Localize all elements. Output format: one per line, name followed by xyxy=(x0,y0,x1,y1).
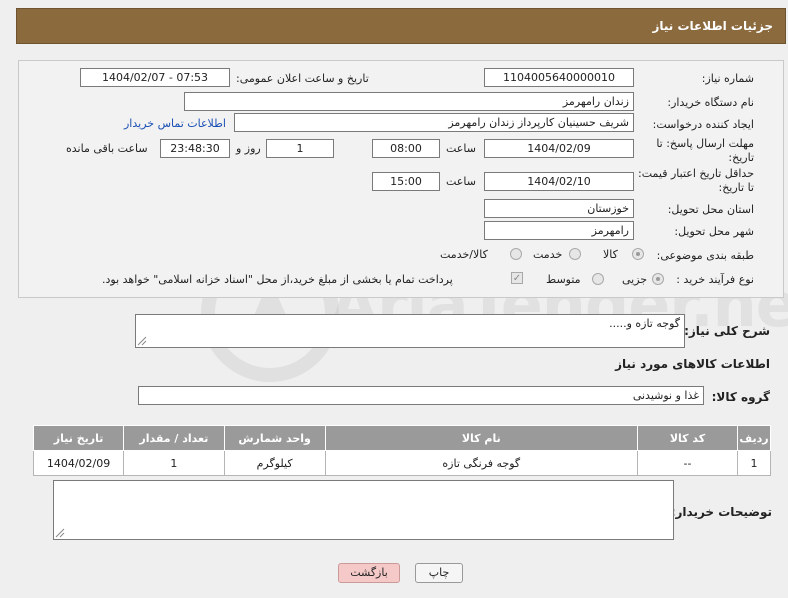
goods-group-label: گروه کالا: xyxy=(711,390,770,404)
city-label: شهر محل تحویل: xyxy=(674,225,754,238)
category-label: طبقه بندی موضوعی: xyxy=(656,249,754,262)
buyer-notes-resize-handle-icon[interactable] xyxy=(55,528,65,538)
buyer-notes-label: توضیحات خریدار: xyxy=(670,505,772,519)
col-item-code: کد کالا xyxy=(636,425,739,451)
announce-label: تاریخ و ساعت اعلان عمومی: xyxy=(236,72,369,85)
buyer-notes-field[interactable] xyxy=(53,480,674,540)
reply-deadline-label: مهلت ارسال پاسخ: تا تاریخ: xyxy=(656,137,754,164)
category-goods-service-radio[interactable] xyxy=(510,248,522,260)
city-field[interactable]: رامهرمز xyxy=(484,221,634,240)
days-field[interactable]: 1 xyxy=(266,139,334,158)
reply-time-label: ساعت xyxy=(446,142,476,155)
creator-label: ایجاد کننده درخواست: xyxy=(652,118,754,131)
col-row-number: ردیف xyxy=(737,425,771,451)
category-goods-radio[interactable] xyxy=(632,248,644,260)
col-need-date: تاریخ نیاز xyxy=(32,425,125,451)
purchase-medium-radio[interactable] xyxy=(592,273,604,285)
items-section-title: اطلاعات کالاهای مورد نیاز xyxy=(615,357,770,371)
contact-buyer-link[interactable]: اطلاعات تماس خریدار xyxy=(124,117,226,130)
cell-item-code: -- xyxy=(636,450,739,476)
description-field[interactable]: گوجه تازه و..... xyxy=(135,314,685,348)
purchase-medium-label: متوسط xyxy=(546,273,581,286)
buyer-org-field[interactable]: زندان رامهرمز xyxy=(184,92,634,111)
print-button[interactable]: چاپ xyxy=(415,563,463,583)
items-table-header: ردیف کد کالا نام کالا واحد شمارش تعداد /… xyxy=(32,425,771,451)
category-service-radio[interactable] xyxy=(569,248,581,260)
price-validity-label: حداقل تاریخ اعتبار قیمت: تا تاریخ: xyxy=(638,167,754,194)
price-date-field[interactable]: 1404/02/10 xyxy=(484,172,634,191)
cell-item-name: گوجه فرنگی تازه xyxy=(324,450,639,476)
header-bar: جزئیات اطلاعات نیاز xyxy=(16,8,786,44)
remaining-time-label: ساعت باقی مانده xyxy=(66,142,148,155)
cell-row-number: 1 xyxy=(737,450,771,476)
province-field[interactable]: خوزستان xyxy=(484,199,634,218)
announce-field[interactable]: 1404/02/07 - 07:53 xyxy=(80,68,230,87)
cell-need-date: 1404/02/09 xyxy=(32,450,125,476)
back-button[interactable]: بازگشت xyxy=(338,563,400,583)
page-title: جزئیات اطلاعات نیاز xyxy=(652,19,773,33)
col-unit: واحد شمارش xyxy=(223,425,326,451)
category-goods-service-label: کالا/خدمت xyxy=(440,248,488,261)
treasury-payment-checkbox[interactable]: ✓ xyxy=(511,272,523,284)
price-time-field[interactable]: 15:00 xyxy=(372,172,440,191)
creator-field[interactable]: شریف حسینیان کارپرداز زندان رامهرمز xyxy=(234,113,634,132)
need-number-field[interactable]: 1104005640000010 xyxy=(484,68,634,87)
items-table: ردیف کد کالا نام کالا واحد شمارش تعداد /… xyxy=(32,425,771,476)
purchase-minor-radio[interactable] xyxy=(652,273,664,285)
treasury-payment-note: پرداخت تمام یا بخشی از مبلغ خرید،از محل … xyxy=(102,273,453,286)
cell-quantity: 1 xyxy=(123,450,225,476)
description-resize-handle-icon[interactable] xyxy=(137,336,147,346)
goods-group-field[interactable]: غذا و نوشیدنی xyxy=(138,386,704,405)
description-label: شرح کلی نیاز: xyxy=(684,324,770,338)
reply-date-field[interactable]: 1404/02/09 xyxy=(484,139,634,158)
buyer-org-label: نام دستگاه خریدار: xyxy=(667,96,754,109)
col-item-name: نام کالا xyxy=(324,425,639,451)
category-goods-label: کالا xyxy=(603,248,618,261)
price-time-label: ساعت xyxy=(446,175,476,188)
category-service-label: خدمت xyxy=(533,248,563,261)
need-number-label: شماره نیاز: xyxy=(701,72,754,85)
col-quantity: تعداد / مقدار xyxy=(123,425,225,451)
reply-time-field[interactable]: 08:00 xyxy=(372,139,440,158)
purchase-minor-label: جزیی xyxy=(622,273,648,286)
cell-unit: کیلوگرم xyxy=(223,450,326,476)
table-row[interactable]: 1 -- گوجه فرنگی تازه کیلوگرم 1 1404/02/0… xyxy=(32,450,771,476)
purchase-type-label: نوع فرآیند خرید : xyxy=(676,273,754,286)
remaining-time-field[interactable]: 23:48:30 xyxy=(160,139,230,158)
days-label: روز و xyxy=(236,142,261,155)
province-label: استان محل تحویل: xyxy=(667,203,754,216)
